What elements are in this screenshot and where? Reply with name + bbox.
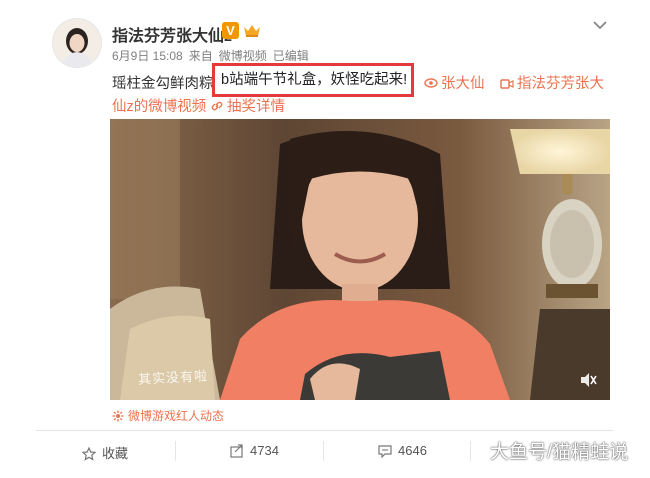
weibo-post-card: 指法芬芳张大仙z V 6月9日 15:08 来自 微博视频 已编辑 瑶柱金勾鲜肉粽? … <box>0 0 650 478</box>
lottery-link-label[interactable]: 抽奖详情 <box>227 99 285 115</box>
favorite-label: 收藏 <box>102 446 129 461</box>
source-tag[interactable]: 微博游戏红人动态 <box>112 407 224 425</box>
star-icon <box>82 447 96 461</box>
mention-link[interactable]: 张大仙 <box>424 72 485 94</box>
action-separator <box>470 441 471 461</box>
action-separator <box>175 441 176 461</box>
weibo-game-icon <box>112 410 124 425</box>
repost-button[interactable]: 4734 <box>230 443 279 458</box>
edited-label[interactable]: 已编辑 <box>273 49 309 63</box>
highlighted-text-box: b站端午节礼盒，妖怪吃起来! <box>212 63 414 97</box>
verified-badge: V <box>222 22 239 39</box>
video-player[interactable]: 其实没有啦 <box>110 119 610 400</box>
video-link-label-2[interactable]: 仙z的微博视频 <box>112 95 206 116</box>
username[interactable]: 指法芬芳张大仙z <box>112 22 232 46</box>
post-meta: 6月9日 15:08 来自 微博视频 已编辑 <box>112 47 315 64</box>
chevron-down-icon[interactable] <box>591 18 609 32</box>
location-pin-icon <box>424 76 438 94</box>
source-prefix: 来自 <box>188 49 213 63</box>
comment-count: 4646 <box>398 443 427 458</box>
video-frame <box>110 119 610 400</box>
user-avatar[interactable] <box>52 18 102 68</box>
comment-button[interactable]: 4646 <box>378 443 427 458</box>
source-tag-label[interactable]: 微博游戏红人动态 <box>128 409 224 423</box>
mention-link-label[interactable]: 张大仙 <box>441 76 485 92</box>
watermark-text: 大鱼号/猫精蛙说 <box>490 442 629 463</box>
video-link[interactable]: 指法芬芳张大 <box>500 72 604 94</box>
source-app[interactable]: 微博视频 <box>219 49 267 63</box>
repost-count: 4734 <box>250 443 279 458</box>
lottery-link[interactable]: 抽奖详情 <box>210 95 285 117</box>
divider <box>36 430 614 431</box>
video-link-label-1[interactable]: 指法芬芳张大 <box>517 76 604 92</box>
action-separator <box>323 441 324 461</box>
post-date[interactable]: 6月9日 15:08 <box>112 49 183 63</box>
mute-icon[interactable] <box>578 370 598 390</box>
video-camera-icon <box>500 78 514 94</box>
comment-icon <box>378 445 392 458</box>
post-text-start: 瑶柱金勾鲜肉粽? <box>112 76 222 92</box>
vip-crown-icon <box>243 23 261 38</box>
favorite-button[interactable]: 收藏 <box>82 443 128 462</box>
video-overlay-text: 其实没有啦 <box>137 369 209 388</box>
share-icon <box>230 444 243 458</box>
link-icon <box>210 99 224 117</box>
